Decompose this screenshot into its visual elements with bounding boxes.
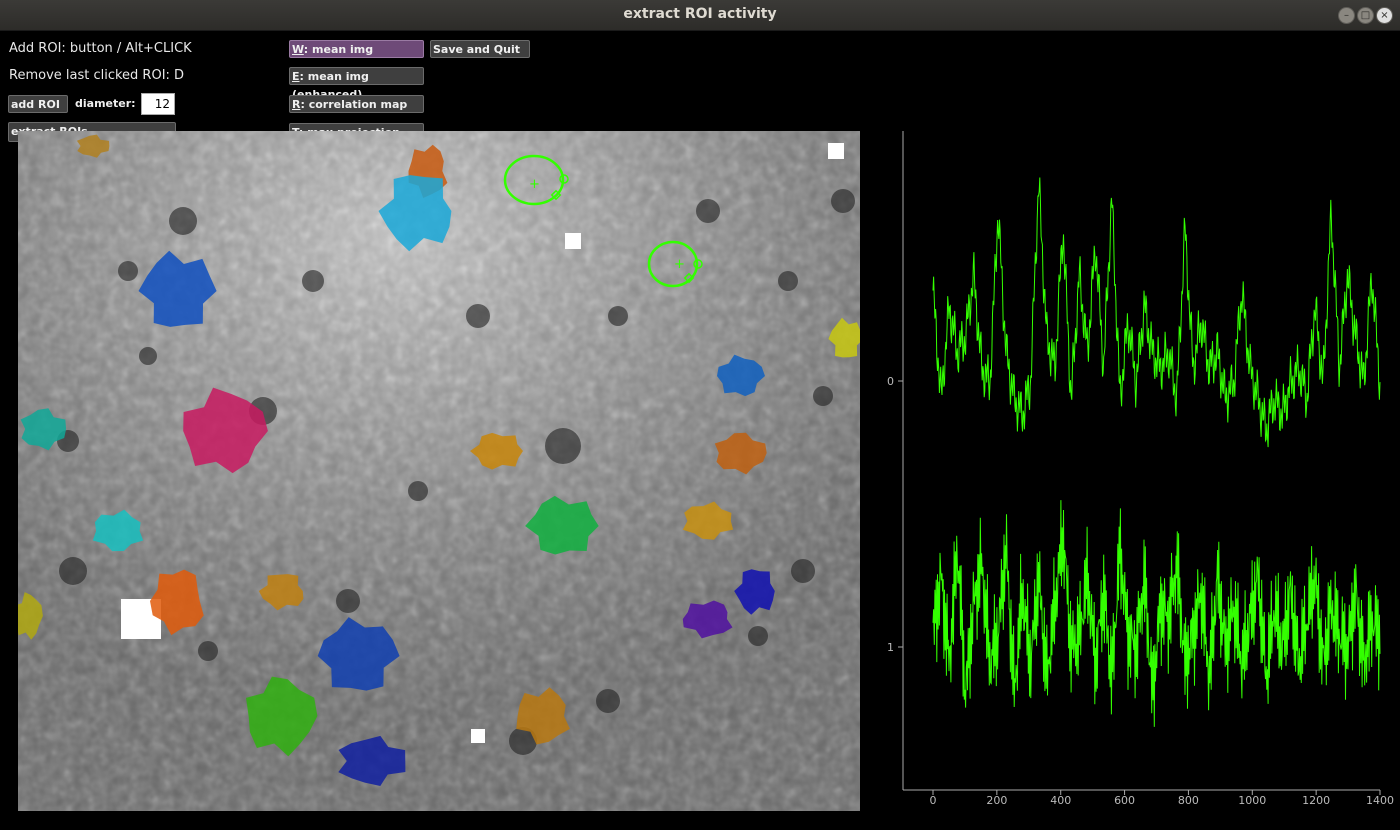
dark-spot xyxy=(778,271,798,291)
dark-spot xyxy=(696,199,720,223)
dark-spot xyxy=(466,304,490,328)
traces xyxy=(932,177,1381,727)
add-roi-hint: Add ROI: button / Alt+CLICK xyxy=(9,41,192,56)
trace-line-0 xyxy=(932,177,1381,448)
dark-spot xyxy=(336,589,360,613)
dark-spot xyxy=(545,428,581,464)
x-tick-label: 600 xyxy=(1114,794,1135,807)
diameter-input[interactable] xyxy=(141,93,175,115)
x-tick-label: 400 xyxy=(1050,794,1071,807)
svg-text:+: + xyxy=(529,177,540,192)
dark-spot xyxy=(59,557,87,585)
x-tick-label: 1000 xyxy=(1238,794,1266,807)
dark-spot xyxy=(813,386,833,406)
dark-spot xyxy=(302,270,324,292)
dark-spot xyxy=(169,207,197,235)
view-button-correlation-map[interactable]: R: correlation map xyxy=(289,95,424,113)
bright-pixel xyxy=(471,729,485,743)
y-tick-label: 1 xyxy=(887,641,894,654)
diameter-label: diameter: xyxy=(75,97,136,110)
x-tick-label: 1200 xyxy=(1302,794,1330,807)
mean-image-view[interactable]: + + xyxy=(18,131,860,811)
dark-spot xyxy=(118,261,138,281)
trace-line-1 xyxy=(932,500,1381,727)
roi-trace-plot[interactable]: 01 0 200 400 600 800 1000 1200 1400 xyxy=(880,131,1400,811)
dark-spot xyxy=(139,347,157,365)
view-key: E xyxy=(292,70,300,83)
dark-spot xyxy=(608,306,628,326)
remove-roi-hint: Remove last clicked ROI: D xyxy=(9,68,185,83)
dark-spot xyxy=(596,689,620,713)
svg-text:+: + xyxy=(674,257,685,272)
add-roi-button[interactable]: add ROI xyxy=(8,95,68,113)
x-tick-label: 200 xyxy=(986,794,1007,807)
x-ticks: 0 200 400 600 800 1000 1200 1400 xyxy=(930,790,1394,807)
y-ticks: 01 xyxy=(887,375,903,654)
y-tick-label: 0 xyxy=(887,375,894,388)
window-title: extract ROI activity xyxy=(623,6,777,22)
dark-spot xyxy=(831,189,855,213)
maximize-icon[interactable]: □ xyxy=(1357,7,1374,24)
window-titlebar: extract ROI activity – □ × xyxy=(0,0,1400,31)
view-key: W xyxy=(292,43,304,56)
minimize-icon[interactable]: – xyxy=(1338,7,1355,24)
close-icon[interactable]: × xyxy=(1376,7,1393,24)
save-and-quit-button[interactable]: Save and Quit xyxy=(430,40,530,58)
dark-spot xyxy=(791,559,815,583)
bright-pixel xyxy=(828,143,844,159)
bright-pixel xyxy=(565,233,581,249)
view-label: : mean img xyxy=(303,43,374,56)
dark-spot xyxy=(748,626,768,646)
view-button-mean-img-enhanced[interactable]: E: mean img (enhanced) xyxy=(289,67,424,101)
view-button-mean-img[interactable]: W: mean img xyxy=(289,40,424,58)
dark-spot xyxy=(198,641,218,661)
x-tick-label: 800 xyxy=(1178,794,1199,807)
x-tick-label: 1400 xyxy=(1366,794,1394,807)
x-tick-label: 0 xyxy=(930,794,937,807)
view-label: : correlation map xyxy=(300,98,408,111)
dark-spot xyxy=(408,481,428,501)
